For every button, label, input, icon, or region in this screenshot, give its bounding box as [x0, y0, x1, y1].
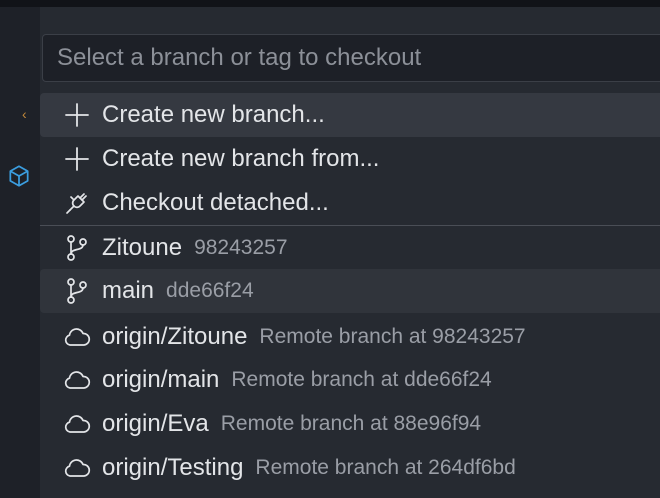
git-branch-icon [62, 276, 92, 306]
cloud-icon [62, 322, 92, 352]
branch-search-input[interactable] [42, 34, 660, 82]
item-label: Create new branch from... [102, 145, 380, 172]
create-new-branch-from-item[interactable]: Create new branch from... [40, 137, 660, 181]
cloud-icon [62, 365, 92, 395]
branch-name: origin/main [102, 366, 220, 393]
cloud-icon [62, 453, 92, 483]
item-label: Checkout detached... [102, 189, 329, 216]
branch-item-main[interactable]: main dde66f24 [40, 269, 660, 313]
branch-description: Remote branch at 88e96f94 [220, 412, 482, 435]
checkout-detached-item[interactable]: Checkout detached... [40, 181, 660, 225]
branch-name: origin/Eva [102, 410, 209, 437]
branch-quick-pick: Create new branch... Create new branch f… [40, 7, 660, 498]
remote-branch-item-origin-main[interactable]: origin/main Remote branch at dde66f24 [40, 358, 660, 402]
branch-name: origin/Testing [102, 454, 244, 481]
branch-name: main [102, 277, 155, 304]
side-panel: ‹ [0, 7, 40, 498]
branch-name: origin/Zitoune [102, 323, 248, 350]
git-branch-icon [62, 233, 92, 263]
package-icon[interactable] [6, 163, 32, 189]
remote-branch-item-origin-testing[interactable]: origin/Testing Remote branch at 264df6bd [40, 446, 660, 490]
window-top-bar [0, 0, 660, 7]
branch-description: Remote branch at 98243257 [259, 325, 526, 348]
branch-commit: 98243257 [194, 236, 288, 259]
remote-branch-item-origin-eva[interactable]: origin/Eva Remote branch at 88e96f94 [40, 402, 660, 446]
create-new-branch-item[interactable]: Create new branch... [40, 93, 660, 137]
remote-branch-item-origin-zitoune[interactable]: origin/Zitoune Remote branch at 98243257 [40, 315, 660, 359]
branch-item-zitoune[interactable]: Zitoune 98243257 [40, 226, 660, 270]
branch-name: Zitoune [102, 234, 183, 261]
plus-icon [62, 100, 92, 130]
branch-commit: dde66f24 [166, 279, 254, 302]
item-label: Create new branch... [102, 101, 325, 128]
branch-description: Remote branch at dde66f24 [231, 368, 492, 391]
chevron-left-icon[interactable]: ‹ [22, 107, 27, 121]
cloud-icon [62, 409, 92, 439]
branch-description: Remote branch at 264df6bd [255, 456, 516, 479]
plug-icon [62, 188, 92, 218]
plus-icon [62, 144, 92, 174]
